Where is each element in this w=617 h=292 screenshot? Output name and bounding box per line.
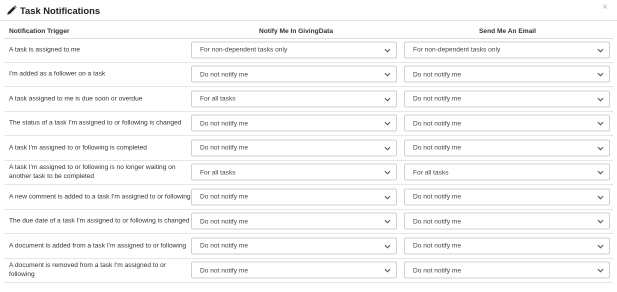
email-notification-select[interactable]: Do not notify me — [404, 261, 610, 279]
select-value: For non-dependent tasks only — [200, 46, 288, 54]
table-row: A new comment is added to a task I'm ass… — [4, 185, 613, 210]
email-notification-select[interactable]: Do not notify me — [404, 114, 610, 132]
table-row: The due date of a task I'm assigned to o… — [4, 210, 613, 234]
chevron-down-icon — [384, 195, 391, 200]
app-notification-select[interactable]: Do not notify me — [191, 65, 397, 83]
email-notification-select[interactable]: Do not notify me — [404, 139, 610, 157]
trigger-label: A document is removed from a task I'm as… — [9, 262, 167, 279]
column-header-trigger: Notification Trigger — [9, 28, 70, 35]
email-notification-select[interactable]: Do not notify me — [404, 65, 610, 83]
chevron-down-icon — [597, 48, 604, 53]
chevron-down-icon — [384, 268, 391, 273]
app-notification-select[interactable]: Do not notify me — [191, 188, 397, 206]
trigger-label: A task assigned to me is due soon or ove… — [9, 95, 143, 103]
select-value: Do not notify me — [200, 193, 249, 201]
app-notification-select[interactable]: For non-dependent tasks only — [191, 41, 397, 59]
chevron-down-icon — [597, 72, 604, 77]
app-notification-select[interactable]: For all tasks — [191, 163, 397, 181]
select-value: Do not notify me — [413, 120, 462, 128]
chevron-down-icon — [597, 195, 604, 200]
column-header-app: Notify Me In GivingData — [258, 28, 333, 35]
table-row: A task I'm assigned to or following is n… — [4, 161, 613, 185]
email-notification-select[interactable]: For all tasks — [404, 163, 610, 181]
trigger-label: A task is assigned to me — [9, 46, 81, 54]
modal-title: Task Notifications — [20, 4, 101, 16]
chevron-down-icon — [597, 146, 604, 151]
select-value: Do not notify me — [200, 218, 249, 226]
trigger-label: A document is added from a task I'm assi… — [9, 242, 187, 250]
column-header-email: Send Me An Email — [479, 28, 536, 35]
table-row: A task assigned to me is due soon or ove… — [4, 87, 613, 112]
chevron-down-icon — [597, 268, 604, 273]
select-value: Do not notify me — [200, 71, 249, 79]
table-row: A task I'm assigned to or following is c… — [4, 136, 613, 161]
select-value: Do not notify me — [413, 144, 462, 152]
select-value: For all tasks — [413, 169, 449, 177]
chevron-down-icon — [384, 48, 391, 53]
select-value: Do not notify me — [200, 267, 249, 275]
chevron-down-icon — [384, 219, 391, 224]
select-value: Do not notify me — [413, 95, 462, 103]
trigger-label: The status of a task I'm assigned to or … — [9, 119, 182, 127]
select-value: Do not notify me — [200, 242, 249, 250]
table-row: A document is removed from a task I'm as… — [4, 259, 613, 283]
app-notification-select[interactable]: Do not notify me — [191, 212, 397, 230]
app-notification-select[interactable]: Do not notify me — [191, 261, 397, 279]
email-notification-select[interactable]: Do not notify me — [404, 212, 610, 230]
trigger-label: The due date of a task I'm assigned to o… — [9, 217, 190, 225]
chevron-down-icon — [384, 146, 391, 151]
table-row: A document is added from a task I'm assi… — [4, 234, 613, 259]
select-value: Do not notify me — [200, 144, 249, 152]
trigger-label: A new comment is added to a task I'm ass… — [9, 193, 191, 201]
select-value: Do not notify me — [200, 120, 249, 128]
chevron-down-icon — [384, 72, 391, 77]
pencil-icon — [7, 5, 17, 15]
select-value: For all tasks — [200, 95, 236, 103]
table-row: I'm added as a follower on a task Do not… — [4, 63, 613, 87]
trigger-label: I'm added as a follower on a task — [9, 70, 106, 78]
table-row: A task is assigned to me For non-depende… — [4, 38, 613, 63]
select-value: For all tasks — [200, 169, 236, 177]
task-notifications-modal: Task Notifications × Notification Trigge… — [0, 0, 617, 292]
modal-header: Task Notifications × — [0, 0, 617, 22]
close-icon[interactable]: × — [599, 2, 611, 14]
select-value: Do not notify me — [413, 267, 462, 275]
select-value: Do not notify me — [413, 71, 462, 79]
email-notification-select[interactable]: Do not notify me — [404, 237, 610, 255]
title-area: Task Notifications — [6, 4, 100, 17]
select-value: Do not notify me — [413, 242, 462, 250]
app-notification-select[interactable]: For all tasks — [191, 90, 397, 108]
select-value: Do not notify me — [413, 193, 462, 201]
header-divider — [0, 20, 617, 21]
app-notification-select[interactable]: Do not notify me — [191, 139, 397, 157]
chevron-down-icon — [384, 121, 391, 126]
chevron-down-icon — [597, 97, 604, 102]
email-notification-select[interactable]: For non-dependent tasks only — [404, 41, 610, 59]
chevron-down-icon — [384, 244, 391, 249]
trigger-label: A task I'm assigned to or following is n… — [9, 164, 176, 181]
email-notification-select[interactable]: Do not notify me — [404, 90, 610, 108]
select-value: For non-dependent tasks only — [413, 46, 501, 54]
select-value: Do not notify me — [413, 218, 462, 226]
email-notification-select[interactable]: Do not notify me — [404, 188, 610, 206]
table-row: The status of a task I'm assigned to or … — [4, 112, 613, 136]
chevron-down-icon — [384, 97, 391, 102]
app-notification-select[interactable]: Do not notify me — [191, 237, 397, 255]
chevron-down-icon — [597, 219, 604, 224]
chevron-down-icon — [597, 121, 604, 126]
chevron-down-icon — [597, 244, 604, 249]
app-notification-select[interactable]: Do not notify me — [191, 114, 397, 132]
chevron-down-icon — [384, 170, 391, 175]
trigger-label: A task I'm assigned to or following is c… — [9, 144, 147, 152]
chevron-down-icon — [597, 170, 604, 175]
